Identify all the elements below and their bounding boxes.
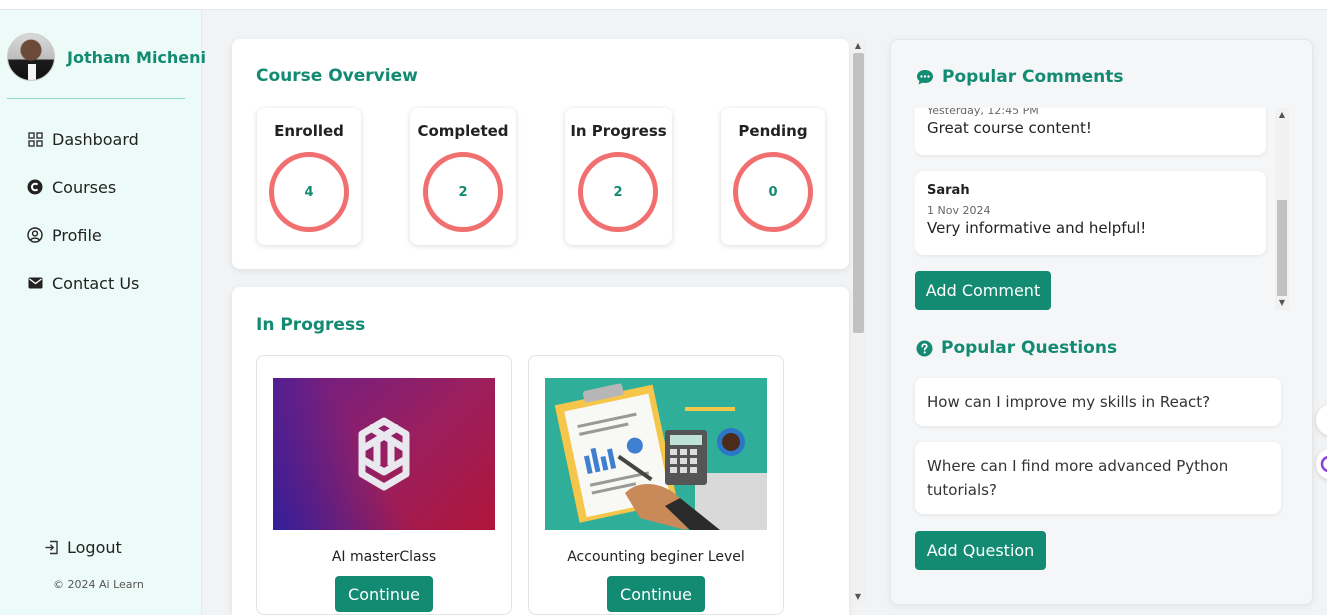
comment-date: 1 Nov 2024	[927, 204, 991, 217]
continue-button[interactable]: Continue	[607, 576, 705, 612]
logout-button[interactable]: Logout	[44, 538, 122, 557]
sidebar-item-label: Profile	[52, 225, 102, 245]
stat-enrolled: Enrolled 4	[257, 108, 361, 245]
scroll-up-icon[interactable]: ▲	[1276, 110, 1288, 120]
comment-item: Sarah 1 Nov 2024 Very informative and he…	[915, 171, 1266, 255]
comments-scrollbar[interactable]: ▲ ▼	[1275, 108, 1289, 310]
question-item[interactable]: How can I improve my skills in React?	[915, 378, 1281, 426]
course-card: Accounting beginer Level Continue	[528, 355, 784, 615]
comment-author: Sarah	[927, 183, 970, 198]
floating-assistant-widget[interactable]	[1316, 448, 1327, 480]
stat-ring: 0	[733, 152, 813, 232]
top-bar	[0, 0, 1327, 10]
sidebar-item-contact[interactable]: Contact Us	[0, 259, 202, 307]
grid-icon	[27, 131, 43, 147]
questions-title-row: Popular Questions	[916, 338, 1117, 358]
user-profile: Jotham Micheni	[7, 33, 206, 99]
sidebar-nav: Dashboard Courses Profile Contact Us	[0, 115, 202, 307]
stat-label: In Progress	[570, 122, 667, 140]
user-circle-icon	[27, 227, 43, 243]
avatar	[7, 33, 55, 81]
openai-logo-icon	[358, 417, 410, 491]
scrollbar-thumb[interactable]	[1277, 200, 1287, 296]
courses-icon	[27, 179, 43, 195]
sidebar-item-label: Dashboard	[52, 129, 139, 149]
add-comment-button[interactable]: Add Comment	[915, 271, 1051, 310]
stat-label: Pending	[738, 122, 808, 140]
comment-bubble-icon	[916, 69, 934, 86]
accounting-illustration-image	[545, 378, 767, 530]
course-card: AI masterClass Continue	[256, 355, 512, 615]
copyright: © 2024 Ai Learn	[53, 578, 144, 591]
question-circle-icon	[916, 340, 933, 357]
openai-logo-image	[273, 378, 495, 530]
question-item[interactable]: Where can I find more advanced Python tu…	[915, 442, 1281, 514]
course-overview-card: Course Overview Enrolled 4 Completed 2 I…	[232, 39, 849, 269]
scroll-down-icon[interactable]: ▼	[852, 592, 864, 602]
floating-widget[interactable]	[1316, 404, 1327, 436]
stat-label: Enrolled	[274, 122, 344, 140]
comment-text: Great course content!	[927, 119, 1092, 137]
sidebar-item-profile[interactable]: Profile	[0, 211, 202, 259]
stat-ring: 2	[423, 152, 503, 232]
course-overview-title: Course Overview	[256, 66, 418, 86]
stat-label: Completed	[417, 122, 509, 140]
sidebar-item-courses[interactable]: Courses	[0, 163, 202, 211]
logout-label: Logout	[67, 538, 122, 557]
course-title: Accounting beginer Level	[567, 549, 745, 565]
add-question-button[interactable]: Add Question	[915, 531, 1046, 570]
sidebar: Jotham Micheni Dashboard Courses Profile…	[0, 10, 206, 615]
continue-button[interactable]: Continue	[335, 576, 433, 612]
comments-title-row: Popular Comments	[916, 67, 1123, 87]
stat-pending: Pending 0	[721, 108, 825, 245]
stat-ring: 4	[269, 152, 349, 232]
community-panel: Popular Comments Yesterday, 12:45 PM Gre…	[890, 39, 1313, 605]
comment-item: Yesterday, 12:45 PM Great course content…	[915, 108, 1266, 155]
sidebar-item-label: Courses	[52, 177, 117, 197]
comment-date: Yesterday, 12:45 PM	[927, 108, 1039, 117]
in-progress-title: In Progress	[256, 315, 366, 335]
stat-completed: Completed 2	[410, 108, 516, 245]
envelope-icon	[27, 275, 43, 291]
user-name: Jotham Micheni	[67, 48, 207, 67]
questions-title: Popular Questions	[941, 338, 1118, 358]
sidebar-item-dashboard[interactable]: Dashboard	[0, 115, 202, 163]
main-scrollbar[interactable]: ▲ ▼	[851, 39, 866, 605]
sidebar-item-label: Contact Us	[52, 273, 140, 293]
logout-icon	[44, 540, 59, 555]
scroll-up-icon[interactable]: ▲	[852, 41, 864, 51]
scrollbar-thumb[interactable]	[853, 53, 864, 333]
comment-text: Very informative and helpful!	[927, 219, 1147, 237]
scroll-down-icon[interactable]: ▼	[1276, 298, 1288, 308]
stat-in-progress: In Progress 2	[565, 108, 672, 245]
in-progress-card: In Progress AI masterClass Continue Acco…	[232, 287, 849, 615]
course-title: AI masterClass	[331, 549, 437, 565]
stat-ring: 2	[578, 152, 658, 232]
comments-title: Popular Comments	[942, 67, 1124, 87]
